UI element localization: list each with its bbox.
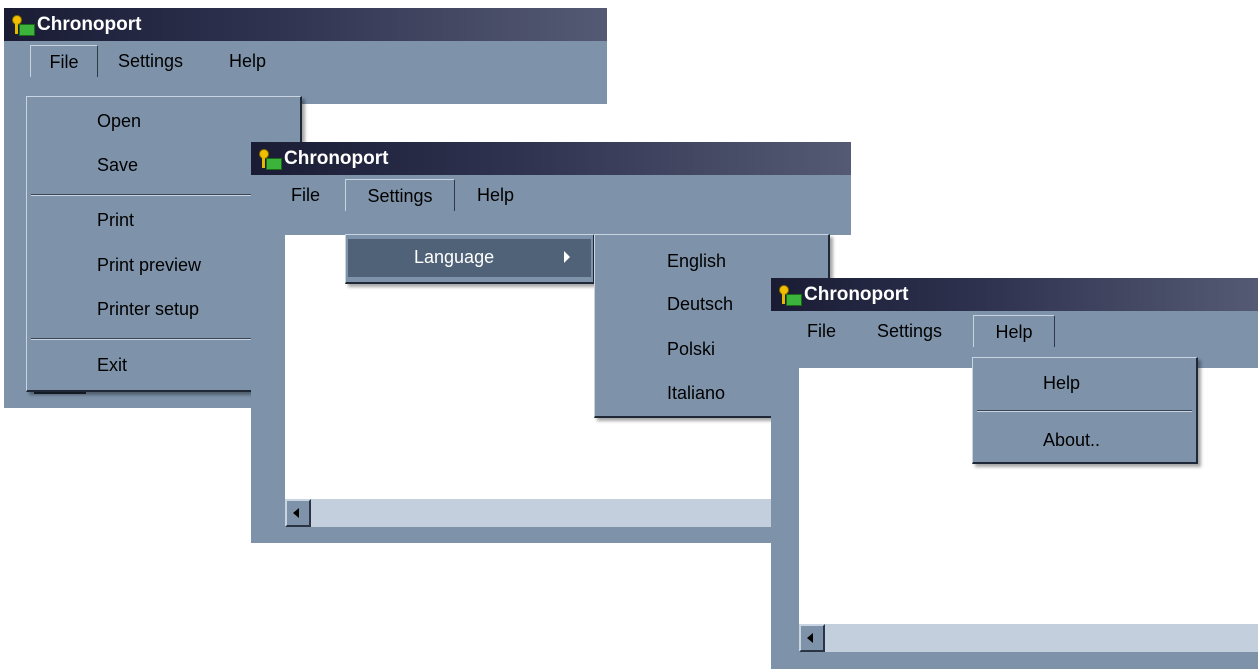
- menu-item-print-preview[interactable]: Print preview: [97, 250, 201, 280]
- app-icon: [257, 148, 282, 170]
- app-icon: [10, 14, 35, 36]
- menu-item-english[interactable]: English: [667, 246, 726, 276]
- window-title: Chronoport: [804, 283, 909, 305]
- menu-settings[interactable]: Settings: [345, 179, 455, 211]
- menu-settings[interactable]: Settings: [867, 315, 952, 347]
- menu-bar: File Settings Help: [251, 176, 851, 212]
- menu-help[interactable]: Help: [219, 45, 276, 77]
- menu-file[interactable]: File: [281, 179, 330, 211]
- title-bar[interactable]: Chronoport: [771, 278, 1258, 311]
- menu-bar: File Settings Help: [4, 42, 607, 78]
- menu-file[interactable]: File: [30, 45, 98, 77]
- title-bar[interactable]: Chronoport: [251, 142, 851, 175]
- arrow-left-icon: [293, 508, 299, 518]
- menu-item-open[interactable]: Open: [97, 106, 141, 136]
- window-title: Chronoport: [37, 13, 142, 35]
- menu-help[interactable]: Help: [973, 315, 1055, 347]
- settings-dropdown: Language: [345, 234, 595, 284]
- window-help-menu: Chronoport File Settings Help: [771, 278, 1258, 669]
- menu-item-polski[interactable]: Polski: [667, 334, 715, 364]
- window-title: Chronoport: [284, 147, 389, 169]
- arrow-left-icon: [807, 633, 813, 643]
- menu-item-exit[interactable]: Exit: [97, 350, 127, 380]
- menu-item-about[interactable]: About..: [1043, 425, 1100, 455]
- menu-item-save[interactable]: Save: [97, 150, 138, 180]
- scroll-left-button[interactable]: [285, 499, 311, 527]
- menu-item-print[interactable]: Print: [97, 205, 134, 235]
- menu-item-italiano[interactable]: Italiano: [667, 378, 725, 408]
- help-dropdown: Help About..: [972, 357, 1198, 464]
- app-icon: [777, 284, 802, 306]
- title-bar[interactable]: Chronoport: [4, 8, 607, 41]
- menu-item-deutsch[interactable]: Deutsch: [667, 289, 733, 319]
- horizontal-scrollbar[interactable]: [799, 624, 1258, 652]
- horizontal-scrollbar[interactable]: [285, 499, 851, 527]
- menu-bar: File Settings Help: [771, 312, 1258, 348]
- menu-item-help[interactable]: Help: [1043, 368, 1080, 398]
- menu-item-language[interactable]: Language: [414, 242, 494, 272]
- menu-settings[interactable]: Settings: [108, 45, 193, 77]
- menu-item-printer-setup[interactable]: Printer setup: [97, 294, 199, 324]
- menu-file[interactable]: File: [797, 315, 846, 347]
- menu-separator: [977, 410, 1192, 412]
- scroll-left-button[interactable]: [799, 624, 825, 652]
- submenu-arrow-icon: [564, 251, 570, 263]
- menu-help[interactable]: Help: [467, 179, 524, 211]
